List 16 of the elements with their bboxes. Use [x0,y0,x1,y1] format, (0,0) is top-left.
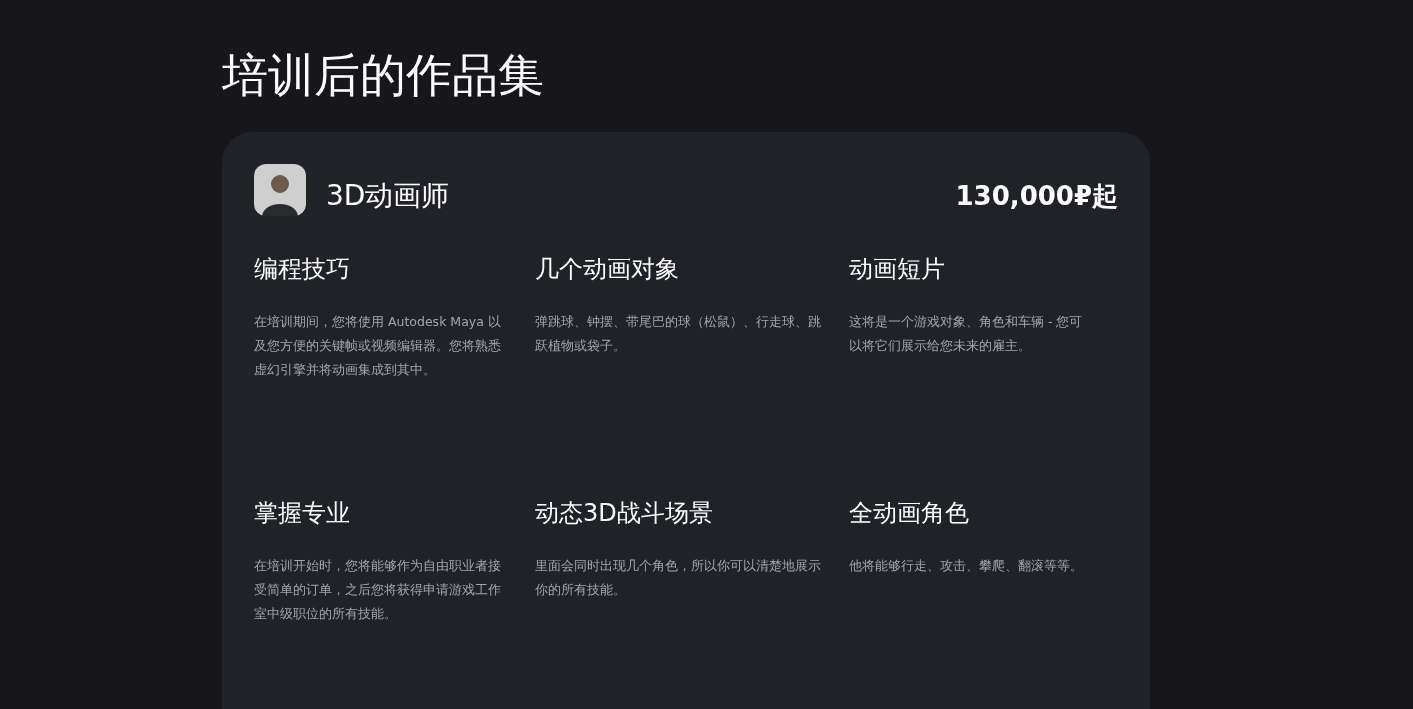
item-description: 在培训期间，您将使用 Autodesk Maya 以及您方便的关键帧或视频编辑器。您将熟悉虚幻引擎并将动画集成到其中。 [254,313,502,379]
item-description: 他将能够行走、攻击、攀爬、翻滚等等。 [849,557,1084,575]
item-heading: 掌握专业 [254,498,351,529]
item-heading: 动画短片 [849,254,946,285]
page-title: 培训后的作品集 [222,47,545,104]
role-title: 3D动画师 [326,178,450,214]
item-heading: 编程技巧 [254,254,351,285]
item-description: 在培训开始时，您将能够作为自由职业者接受简单的订单，之后您将获得申请游戏工作室中级职位的所有技能。 [254,557,502,623]
price-label: 130,000₽起 [955,179,1118,213]
item-heading: 全动画角色 [849,498,970,529]
item-heading: 几个动画对象 [535,254,680,285]
item-description: 这将是一个游戏对象、角色和车辆 - 您可以将它们展示给您未来的雇主。 [849,313,1084,355]
avatar-placeholder [254,164,306,216]
item-description: 弹跳球、钟摆、带尾巴的球（松鼠）、行走球、跳跃植物或袋子。 [535,313,822,355]
item-heading: 动态3D战斗场景 [535,498,714,529]
item-description: 里面会同时出现几个角色，所以你可以清楚地展示你的所有技能。 [535,557,822,599]
